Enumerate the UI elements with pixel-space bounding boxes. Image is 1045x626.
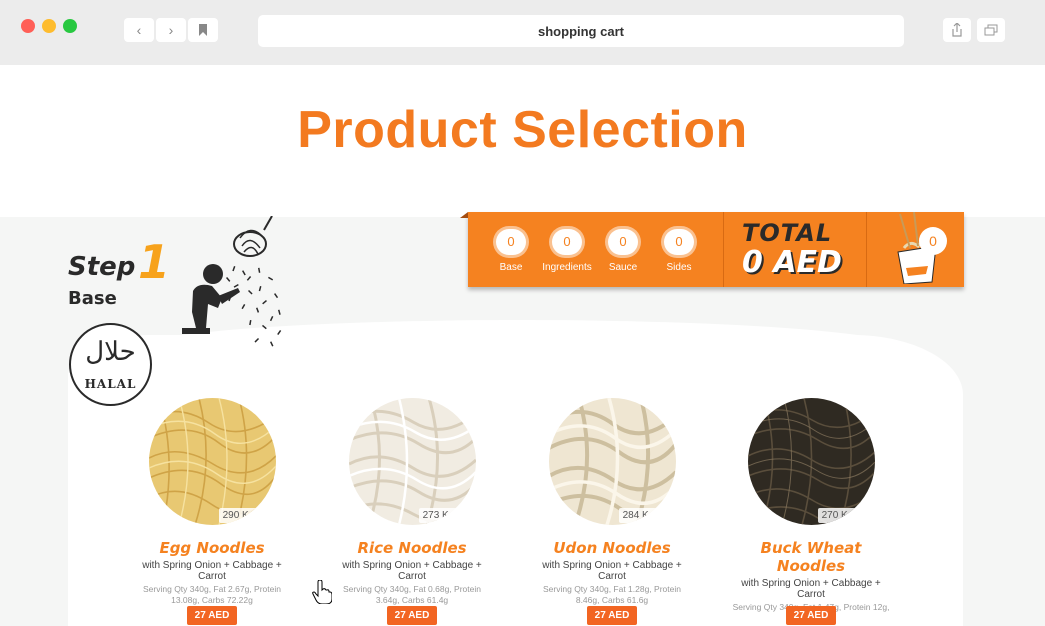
back-button[interactable]: ‹ [124, 18, 154, 42]
bar-notch [460, 212, 468, 218]
bar-divider [723, 212, 724, 287]
kcal-badge: 270 Kcal [817, 508, 865, 523]
counter-ingredients: 0 Ingredients [539, 229, 595, 273]
browser-toolbar: ‹ › shopping cart [0, 0, 1045, 65]
halal-arabic-text: حلال [85, 337, 136, 367]
buck-wheat-noodles-image [747, 398, 875, 525]
product-card-egg-noodles[interactable]: 290 Kcal Egg Noodles with Spring Onion +… [127, 398, 297, 625]
counter-base-label: Base [499, 262, 523, 273]
maximize-window-button[interactable] [63, 19, 77, 33]
price-button[interactable]: 27 AED [386, 606, 438, 625]
close-window-button[interactable] [21, 19, 35, 33]
price-button[interactable]: 27 AED [785, 606, 837, 625]
page-title: Product Selection [297, 101, 748, 159]
product-image[interactable]: 290 Kcal [148, 398, 276, 525]
step-number: 1 [138, 235, 171, 289]
product-image[interactable]: 270 Kcal [747, 398, 875, 525]
cart-count-badge[interactable]: 0 [919, 227, 947, 255]
counter-sides-label: Sides [666, 262, 692, 273]
share-button[interactable] [943, 18, 971, 42]
counter-sauce-value: 0 [608, 229, 638, 255]
product-name[interactable]: Rice Noodles [327, 539, 497, 557]
product-name[interactable]: Egg Noodles [127, 539, 297, 557]
total-value: 0 AED [742, 245, 842, 280]
total-label: TOTAL [742, 219, 833, 247]
browser-window: ‹ › shopping cart Product Selection Step… [0, 0, 1045, 626]
halal-english-text: HALAL [84, 377, 137, 391]
kcal-badge: 290 Kcal [218, 508, 266, 523]
product-card-rice-noodles[interactable]: 273 Kcal Rice Noodles with Spring Onion … [327, 398, 497, 625]
address-bar[interactable]: shopping cart [258, 15, 904, 47]
bar-divider [866, 212, 867, 287]
counter-base: 0 Base [483, 229, 539, 273]
product-toppings: with Spring Onion + Cabbage + Carrot [142, 560, 282, 582]
price-button[interactable]: 27 AED [586, 606, 638, 625]
egg-noodles-image [148, 398, 276, 525]
product-toppings: with Spring Onion + Cabbage + Carrot [342, 560, 482, 582]
counter-sides-value: 0 [664, 229, 694, 255]
product-card-buck-wheat-noodles[interactable]: 270 Kcal Buck Wheat Noodles with Spring … [726, 398, 896, 625]
halal-badge: حلال HALAL [69, 323, 152, 406]
step-word: Step [68, 252, 136, 282]
kcal-badge: 284 Kcal [618, 508, 666, 523]
product-card-udon-noodles[interactable]: 284 Kcal Udon Noodles with Spring Onion … [527, 398, 697, 625]
product-name[interactable]: Buck Wheat Noodles [726, 539, 896, 575]
counter-ingredients-value: 0 [552, 229, 582, 255]
hand-pointer-icon [312, 580, 332, 604]
share-icon [952, 23, 962, 37]
counter-base-value: 0 [496, 229, 526, 255]
kcal-badge: 273 Kcal [418, 508, 466, 523]
counter-sauce-label: Sauce [608, 262, 638, 273]
tabs-button[interactable] [977, 18, 1005, 42]
chevron-left-icon: ‹ [136, 22, 142, 38]
counter-ingredients-label: Ingredients [542, 262, 592, 273]
product-toppings: with Spring Onion + Cabbage + Carrot [741, 578, 881, 600]
product-image[interactable]: 284 Kcal [548, 398, 676, 525]
order-summary-bar: 0 Base 0 Ingredients 0 Sauce 0 Sides [460, 212, 964, 287]
total-display: TOTAL 0 AED [742, 219, 842, 280]
product-name[interactable]: Udon Noodles [527, 539, 697, 557]
chevron-right-icon: › [168, 22, 174, 38]
minimize-window-button[interactable] [42, 19, 56, 33]
forward-button[interactable]: › [156, 18, 186, 42]
udon-noodles-image [548, 398, 676, 525]
tabs-icon [984, 24, 998, 36]
chef-tossing-noodles-icon [182, 216, 282, 347]
bookmark-icon [199, 24, 207, 36]
step-subtitle: Base [68, 288, 117, 309]
rice-noodles-image [348, 398, 476, 525]
price-button[interactable]: 27 AED [186, 606, 238, 625]
product-image[interactable]: 273 Kcal [348, 398, 476, 525]
counter-sides: 0 Sides [651, 229, 707, 273]
bookmark-button[interactable] [188, 18, 218, 42]
counter-sauce: 0 Sauce [595, 229, 651, 273]
product-toppings: with Spring Onion + Cabbage + Carrot [542, 560, 682, 582]
